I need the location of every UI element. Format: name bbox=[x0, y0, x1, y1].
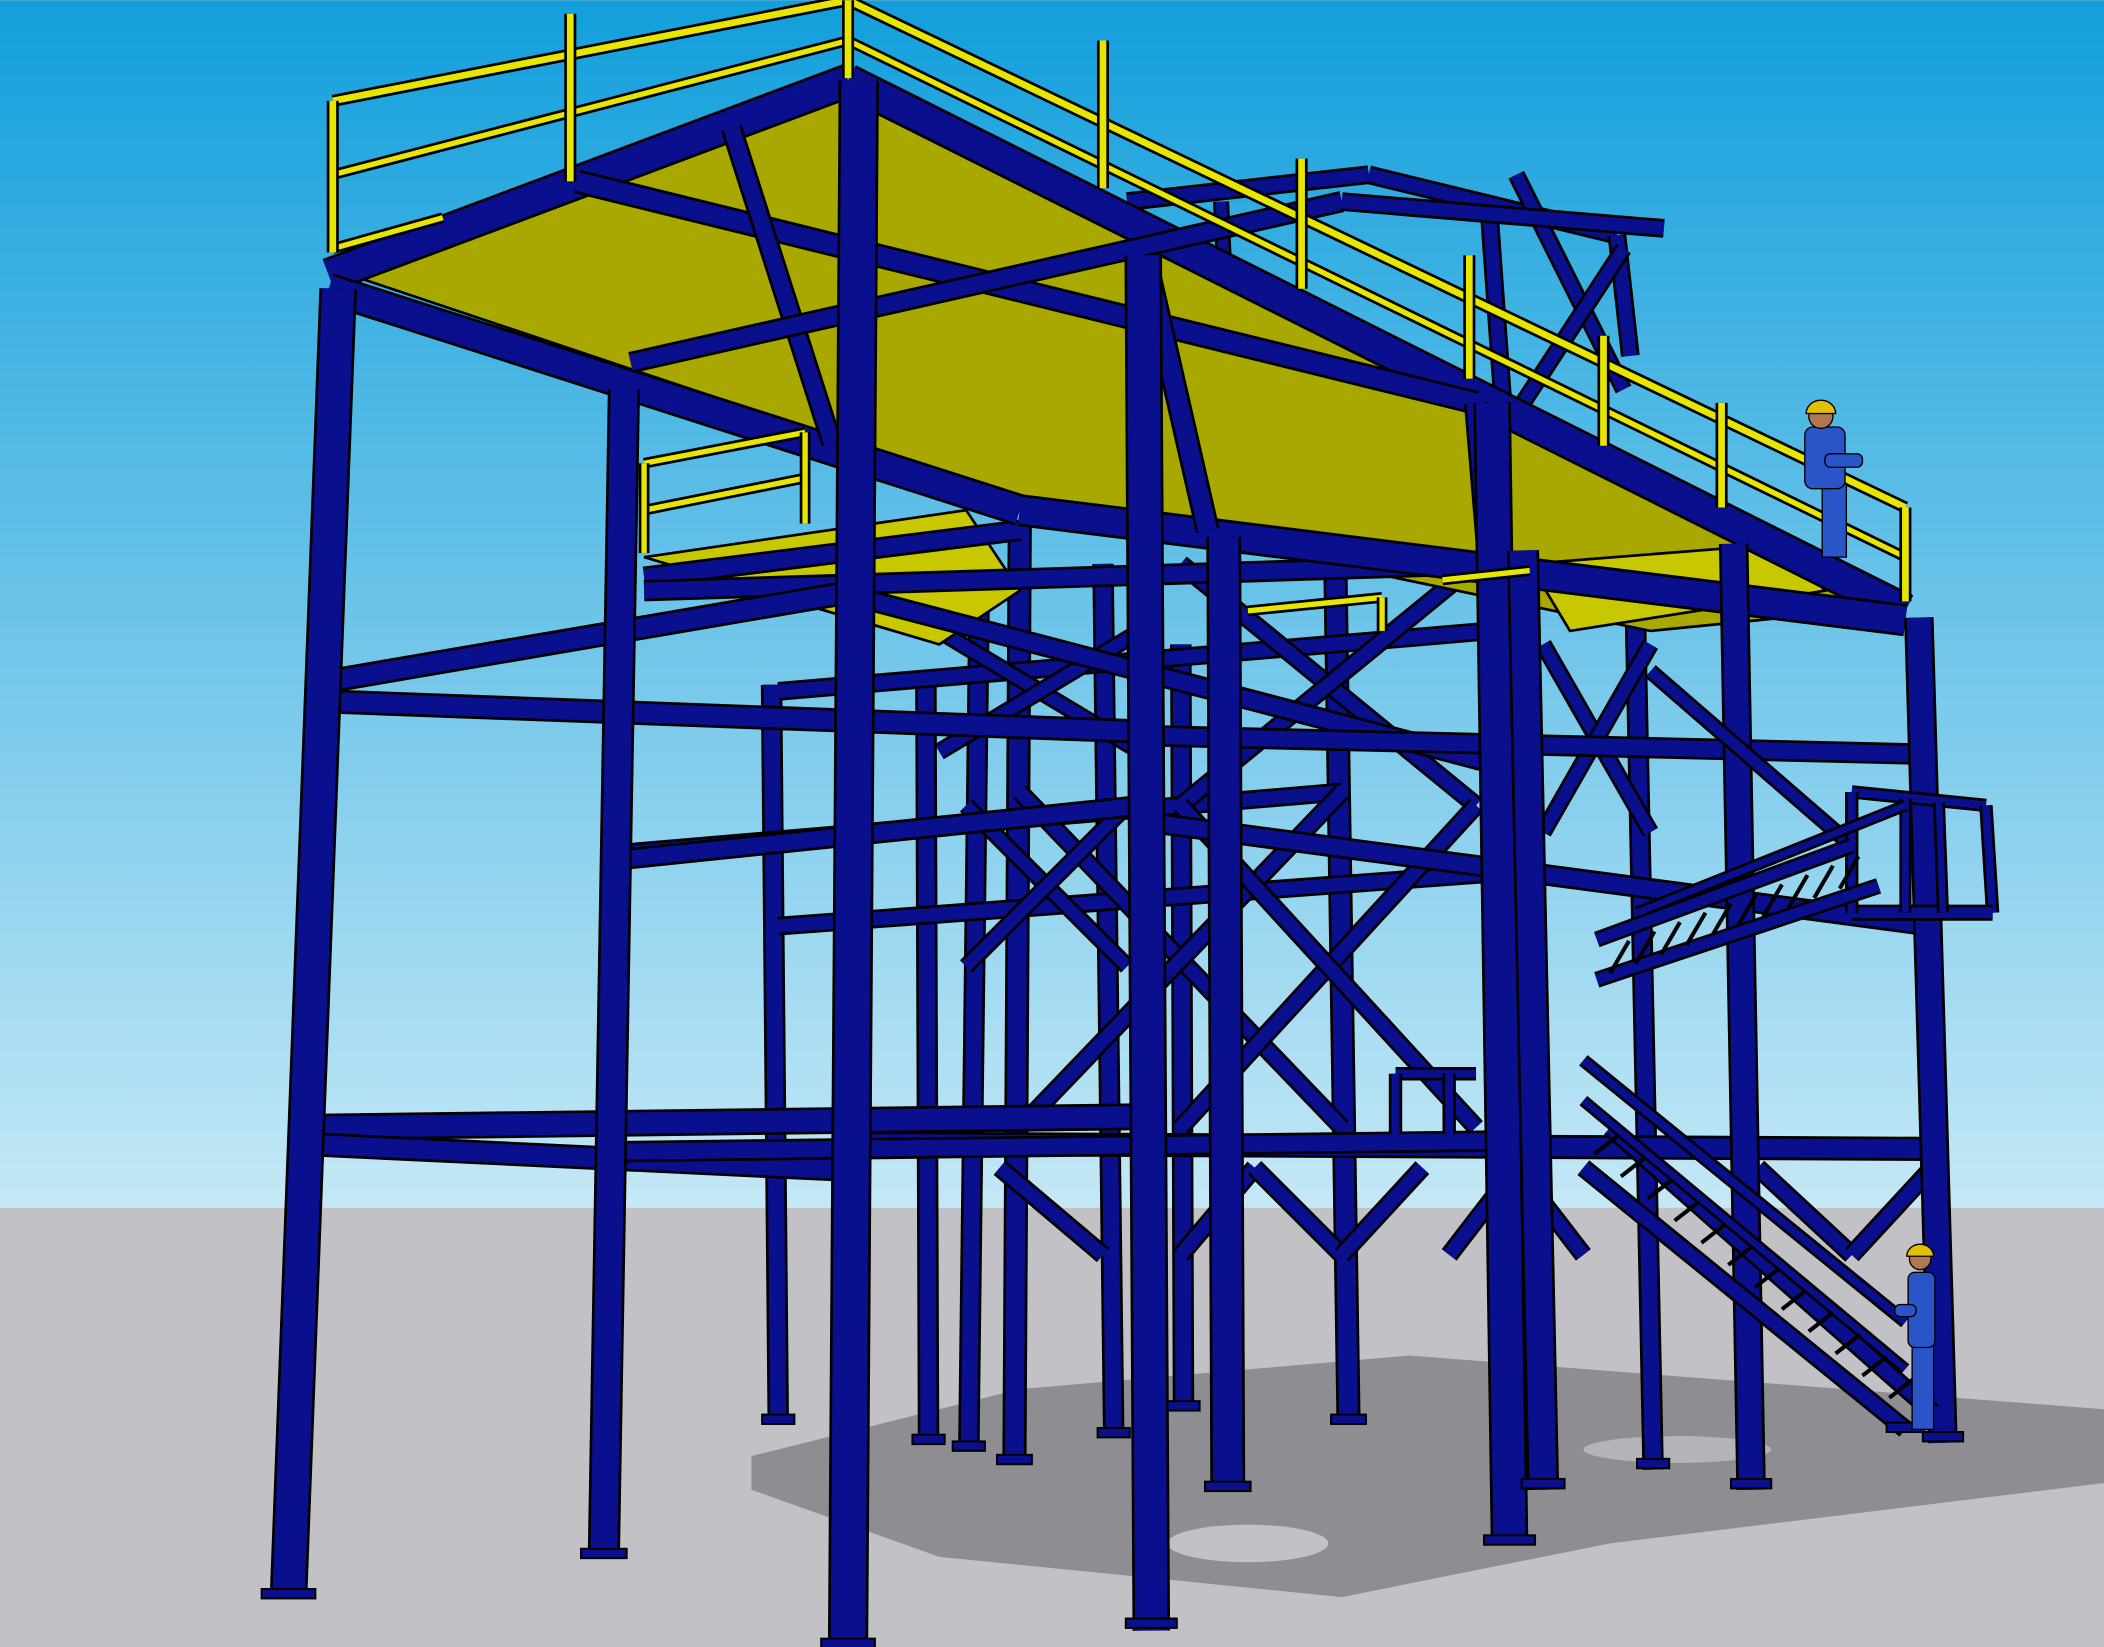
steel-beam bbox=[623, 1132, 1510, 1160]
base-plate bbox=[580, 1547, 628, 1560]
base-plate bbox=[1636, 1457, 1671, 1470]
base-plate bbox=[911, 1433, 946, 1446]
steel-brace bbox=[763, 684, 787, 1423]
base-plate bbox=[1330, 1413, 1367, 1425]
steel-beam bbox=[295, 1105, 1144, 1139]
base-plate bbox=[1124, 1617, 1178, 1629]
worker-legs bbox=[1911, 1341, 1935, 1431]
worker-arm bbox=[1894, 1303, 1917, 1318]
base-plate bbox=[951, 1440, 986, 1452]
steel-column bbox=[830, 80, 877, 1647]
base-plate bbox=[1520, 1477, 1566, 1490]
steel-brace bbox=[960, 563, 988, 1450]
base-plate bbox=[1483, 1534, 1537, 1546]
base-plate bbox=[260, 1588, 317, 1600]
steel-structure-render bbox=[0, 0, 2104, 1647]
worker-legs bbox=[1821, 482, 1848, 558]
base-plate bbox=[820, 1637, 876, 1647]
steel-brace bbox=[1172, 644, 1192, 1410]
worker-arm bbox=[1824, 453, 1864, 468]
base-plate bbox=[1203, 1480, 1252, 1493]
base-plate bbox=[1166, 1400, 1201, 1412]
steel-brace bbox=[1094, 563, 1122, 1437]
stair-stringer bbox=[1935, 802, 1947, 913]
base-plate bbox=[1921, 1431, 1965, 1443]
base-plate bbox=[761, 1413, 796, 1425]
base-plate bbox=[995, 1453, 1033, 1466]
base-plate bbox=[1096, 1426, 1131, 1439]
base-plate bbox=[1729, 1477, 1773, 1490]
shadow-light-patch bbox=[1167, 1524, 1329, 1563]
steel-column bbox=[1127, 255, 1168, 1631]
steel-column bbox=[1208, 536, 1243, 1490]
steel-brace bbox=[917, 671, 937, 1443]
